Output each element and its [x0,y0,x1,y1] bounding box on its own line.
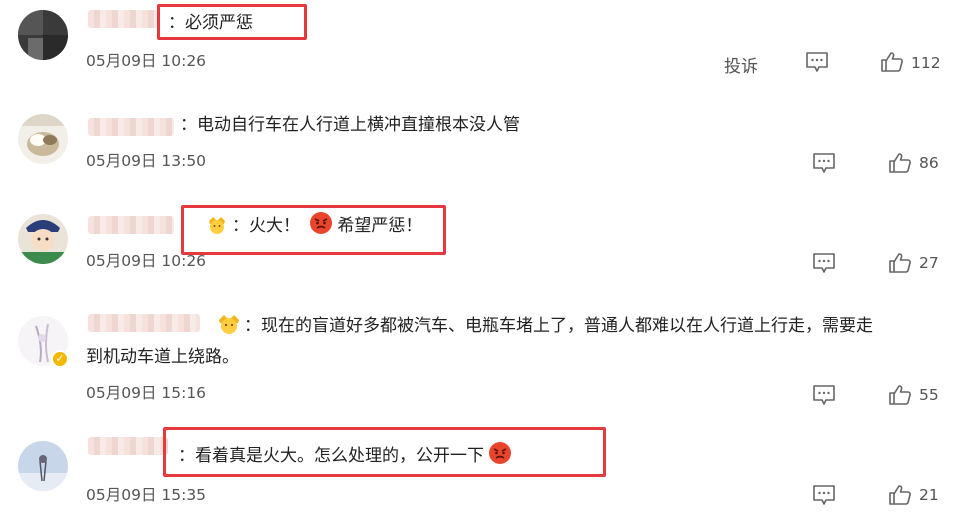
comment-text-line1: ：现在的盲道好多都被汽车、电瓶车堵上了，普通人都难以在人行道上行走，需要走 [244,316,873,336]
verified-badge-icon: ✓ [51,350,69,368]
avatar[interactable] [18,441,68,491]
highlight-box [157,4,307,40]
username-blurred[interactable] [88,118,174,136]
like-count: 55 [919,386,939,404]
like-count: 21 [919,486,939,504]
comment-bubble-icon[interactable] [812,152,836,174]
like-count: 86 [919,154,939,172]
username-blurred[interactable] [88,216,174,234]
thumbs-up-icon[interactable] [888,152,912,174]
comment-bubble-icon[interactable] [805,51,829,73]
username-blurred[interactable] [88,314,200,332]
avatar[interactable] [18,10,68,60]
thumbs-up-icon[interactable] [888,252,912,274]
thumbs-up-icon[interactable] [888,384,912,406]
comment-bubble-icon[interactable] [812,484,836,506]
comment-item: ：必须严惩 05月09日 10:26 投诉 112 [0,0,960,90]
crown-face-emoji [219,315,239,334]
comment-item: ：电动自行车在人行道上横冲直撞根本没人管 05月09日 13:50 86 [0,100,960,195]
comment-bubble-icon[interactable] [812,384,836,406]
like-count: 27 [919,254,939,272]
comment-text: ：电动自行车在人行道上横冲直撞根本没人管 [180,115,520,135]
thumbs-up-icon[interactable] [880,51,904,73]
comment-timestamp: 05月09日 15:35 [86,486,207,504]
comment-timestamp: 05月09日 10:26 [86,252,207,270]
comment-timestamp: 05月09日 13:50 [86,152,207,170]
comment-item: ✓ ：现在的盲道好多都被汽车、电瓶车堵上了，普通人都难以在人行道上行走，需要走 … [0,302,960,422]
comment-item: ：看着真是火大。怎么处理的，公开一下 05月09日 15:35 21 [0,425,960,517]
thumbs-up-icon[interactable] [888,484,912,506]
highlight-box [181,205,446,255]
report-button[interactable]: 投诉 [724,52,758,77]
username-blurred[interactable] [88,10,158,28]
username-blurred[interactable] [88,437,168,455]
comment-bubble-icon[interactable] [812,252,836,274]
highlight-box [163,427,606,477]
avatar[interactable] [18,214,68,264]
comment-item: ：火大！ 希望严惩！ 05月09日 10:26 27 [0,200,960,295]
comment-text-line2: 到机动车道上绕路。 [86,347,239,367]
comment-timestamp: 05月09日 10:26 [86,52,207,70]
like-count: 112 [911,54,941,72]
comment-text: ：现在的盲道好多都被汽车、电瓶车堵上了，普通人都难以在人行道上行走，需要走 [216,311,873,339]
comment-timestamp: 05月09日 15:16 [86,384,207,402]
avatar[interactable] [18,114,68,164]
